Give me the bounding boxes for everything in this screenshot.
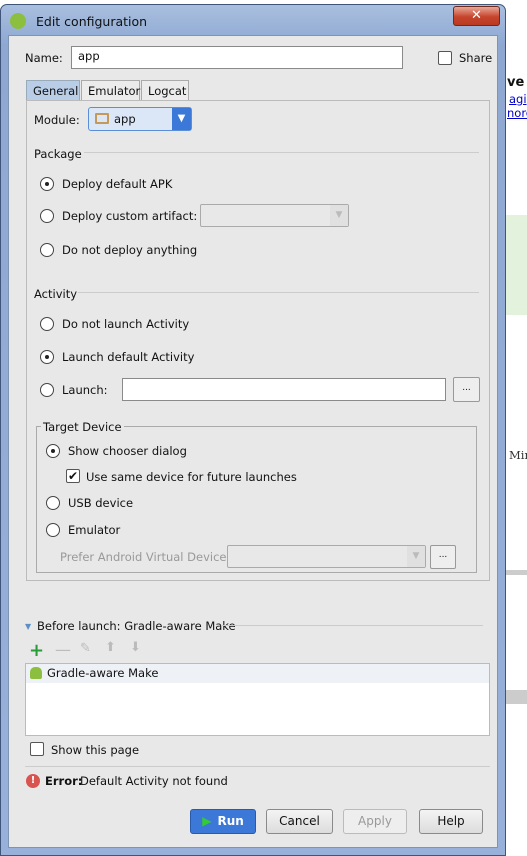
move-up-icon[interactable]: ⬆ [105, 640, 116, 655]
emulator-radio[interactable] [46, 523, 60, 537]
remove-icon[interactable]: — [55, 640, 71, 659]
no-launch-radio[interactable] [40, 317, 54, 331]
edit-icon[interactable]: ✎ [80, 641, 91, 656]
run-label: Run [217, 814, 244, 828]
browse-activity-button[interactable]: ... [453, 377, 480, 402]
bg-text: Mir [509, 448, 527, 462]
show-page-checkbox[interactable] [30, 742, 44, 756]
deploy-default-radio[interactable] [40, 177, 54, 191]
before-launch-list: Gradle-aware Make [25, 663, 490, 736]
deploy-default-label: Deploy default APK [62, 177, 173, 191]
launch-default-radio[interactable] [40, 350, 54, 364]
window-title: Edit configuration [36, 14, 148, 29]
move-down-icon[interactable]: ⬇ [130, 640, 141, 655]
browse-avd-button[interactable]: ... [430, 545, 456, 569]
no-deploy-radio[interactable] [40, 243, 54, 257]
package-heading: Package [34, 147, 82, 161]
activity-heading: Activity [34, 287, 78, 301]
emulator-label: Emulator [68, 523, 121, 537]
android-studio-icon [10, 13, 26, 29]
share-checkbox[interactable] [438, 51, 452, 65]
tab-logcat[interactable]: Logcat [141, 80, 189, 101]
divider [25, 766, 490, 767]
divider [78, 292, 479, 293]
use-same-device-checkbox[interactable]: ✔ [66, 469, 80, 483]
show-page-label: Show this page [51, 743, 140, 757]
name-label: Name: [25, 51, 63, 65]
module-combobox[interactable]: app ▼ [88, 107, 192, 131]
launch-default-label: Launch default Activity [62, 350, 195, 364]
use-same-device-label: Use same device for future launches [86, 470, 297, 484]
no-deploy-label: Do not deploy anything [62, 243, 198, 257]
bg-link: agi [509, 92, 527, 106]
launch-label: Launch: [62, 383, 108, 397]
cancel-button[interactable]: Cancel [266, 809, 333, 834]
list-item[interactable]: Gradle-aware Make [26, 664, 489, 683]
run-button[interactable]: ▶ Run [190, 809, 256, 834]
divider [221, 625, 483, 626]
help-button[interactable]: Help [419, 809, 483, 834]
android-icon [30, 667, 42, 679]
error-icon: ! [26, 774, 40, 788]
show-chooser-label: Show chooser dialog [68, 444, 187, 458]
module-value: app [114, 112, 136, 126]
share-label: Share [459, 51, 493, 65]
target-device-heading: Target Device [41, 420, 124, 434]
chevron-down-icon: ▼ [172, 108, 191, 130]
add-icon[interactable]: + [29, 640, 44, 661]
name-input[interactable]: app [71, 46, 403, 69]
error-message: Default Activity not found [80, 774, 228, 788]
close-button[interactable]: ✕ [453, 6, 500, 26]
collapse-triangle-icon[interactable]: ▼ [25, 622, 31, 631]
usb-device-label: USB device [68, 496, 134, 510]
tab-emulator[interactable]: Emulator [81, 80, 140, 101]
before-launch-heading[interactable]: Before launch: Gradle-aware Make [37, 619, 236, 633]
avd-combobox[interactable]: ▼ [227, 545, 426, 568]
launch-radio[interactable] [40, 383, 54, 397]
deploy-custom-label: Deploy custom artifact: [62, 209, 198, 223]
artifact-combobox[interactable]: ▼ [200, 204, 349, 227]
deploy-custom-radio[interactable] [40, 209, 54, 223]
no-launch-label: Do not launch Activity [62, 317, 190, 331]
chevron-down-icon: ▼ [407, 546, 425, 567]
chevron-down-icon: ▼ [330, 205, 348, 226]
apply-button[interactable]: Apply [343, 809, 407, 834]
usb-device-radio[interactable] [46, 496, 60, 510]
bg-text: ve A [507, 75, 527, 90]
divider [84, 152, 479, 153]
prefer-avd-label: Prefer Android Virtual Device: [60, 550, 231, 564]
bg-link: nore [507, 106, 527, 120]
launch-activity-input[interactable] [122, 378, 446, 401]
module-label: Module: [34, 113, 80, 127]
tab-general[interactable]: General [26, 80, 80, 101]
show-chooser-radio[interactable] [46, 444, 60, 458]
play-icon: ▶ [202, 814, 212, 828]
list-item-label: Gradle-aware Make [47, 666, 159, 680]
error-prefix: Error: [45, 774, 83, 788]
folder-icon [95, 113, 109, 124]
